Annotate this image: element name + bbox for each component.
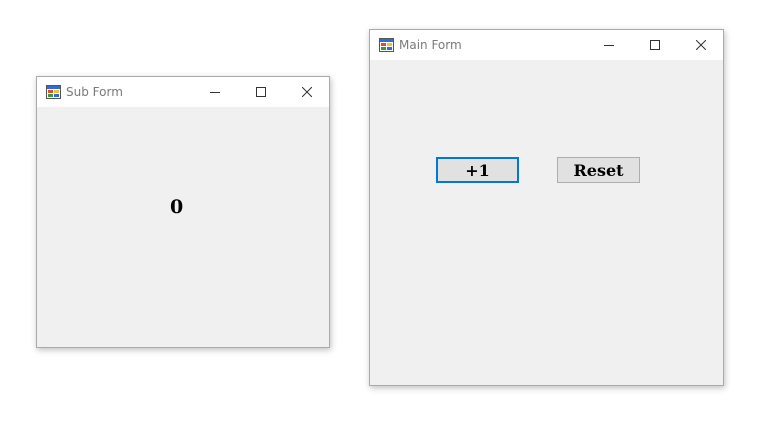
main-form-minimize-button[interactable] [586,30,632,60]
app-form-icon [46,84,61,99]
minimize-icon [604,45,614,46]
sub-form-client-area: 0 [37,107,329,347]
main-form-title: Main Form [399,38,462,52]
sub-form-maximize-button[interactable] [238,77,284,107]
maximize-icon [650,40,660,50]
main-form-titlebar[interactable]: Main Form [370,30,723,60]
close-icon [696,40,706,50]
sub-form-titlebar[interactable]: Sub Form [37,77,329,107]
main-form-window[interactable]: Main Form +1 Reset [369,29,724,386]
increment-button[interactable]: +1 [436,157,519,183]
main-form-client-area: +1 Reset [370,60,723,385]
main-form-maximize-button[interactable] [632,30,678,60]
maximize-icon [256,87,266,97]
main-form-close-button[interactable] [678,30,724,60]
sub-form-window[interactable]: Sub Form 0 [36,76,330,348]
sub-form-title: Sub Form [66,85,123,99]
sub-form-close-button[interactable] [284,77,330,107]
close-icon [302,87,312,97]
app-form-icon [379,37,394,52]
minimize-icon [210,92,220,93]
sub-form-minimize-button[interactable] [192,77,238,107]
counter-label: 0 [170,196,184,218]
reset-button[interactable]: Reset [557,157,640,183]
